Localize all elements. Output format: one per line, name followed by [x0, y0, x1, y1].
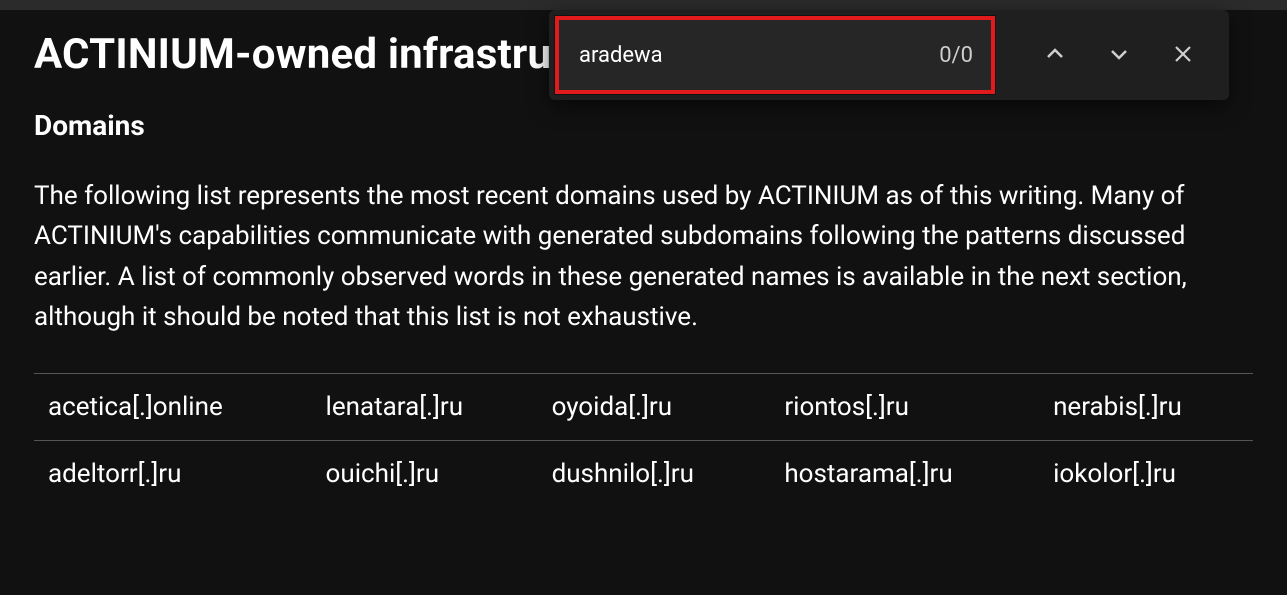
find-next-button[interactable]	[1101, 36, 1137, 75]
close-icon	[1171, 42, 1195, 69]
domain-table: acetica[.]online lenatara[.]ru oyoida[.]…	[34, 373, 1253, 507]
table-row: acetica[.]online lenatara[.]ru oyoida[.]…	[34, 374, 1253, 441]
find-match-count: 0/0	[939, 43, 973, 68]
domain-cell: adeltorr[.]ru	[34, 441, 312, 508]
domain-cell: nerabis[.]ru	[1039, 374, 1253, 441]
find-prev-button[interactable]	[1037, 36, 1073, 75]
section-heading-domains: Domains	[34, 109, 1253, 142]
find-input[interactable]	[577, 42, 939, 69]
domain-cell: iokolor[.]ru	[1039, 441, 1253, 508]
domain-cell: riontos[.]ru	[770, 374, 1039, 441]
table-row: adeltorr[.]ru ouichi[.]ru dushnilo[.]ru …	[34, 441, 1253, 508]
chevron-up-icon	[1043, 42, 1067, 69]
section-paragraph: The following list represents the most r…	[34, 176, 1253, 337]
domain-cell: acetica[.]online	[34, 374, 312, 441]
domain-cell: dushnilo[.]ru	[538, 441, 771, 508]
chevron-down-icon	[1107, 42, 1131, 69]
domain-cell: oyoida[.]ru	[538, 374, 771, 441]
domain-cell: ouichi[.]ru	[312, 441, 538, 508]
domain-cell: lenatara[.]ru	[312, 374, 538, 441]
find-close-button[interactable]	[1165, 36, 1201, 75]
find-controls	[995, 36, 1229, 75]
find-input-container: 0/0	[555, 16, 995, 94]
find-in-page-bar: 0/0	[549, 10, 1229, 100]
browser-tab-strip	[0, 0, 1287, 10]
domain-cell: hostarama[.]ru	[770, 441, 1039, 508]
